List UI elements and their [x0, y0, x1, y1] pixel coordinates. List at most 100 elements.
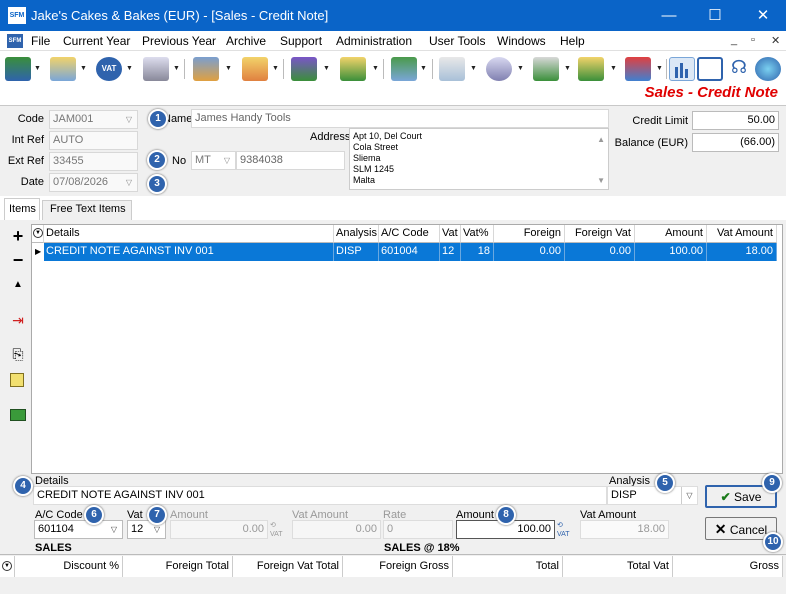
vatno-country-select[interactable]: MT ▽ [191, 151, 236, 170]
accode-select[interactable]: 601104 ▽ [34, 520, 123, 539]
extref-field[interactable]: 33455 [49, 152, 138, 171]
dropdown-arrow-icon[interactable]: ▼ [564, 65, 571, 72]
col-foreign[interactable]: Foreign [494, 225, 565, 243]
dropdown-arrow-icon[interactable]: ▼ [420, 65, 427, 72]
stock-icon[interactable] [5, 57, 31, 81]
dropdown-arrow-icon[interactable]: ▼ [272, 65, 279, 72]
cell-accode[interactable]: 601004 [379, 243, 440, 261]
menu-archive[interactable]: Archive [226, 34, 266, 48]
date-field[interactable]: 07/08/2026 ▽ [49, 173, 138, 192]
cell-analysis[interactable]: DISP [334, 243, 379, 261]
cell-vat-amount[interactable]: 18.00 [707, 243, 777, 261]
chart-icon[interactable] [669, 57, 695, 81]
chevron-down-icon[interactable]: ▽ [121, 111, 137, 128]
journal-icon[interactable] [391, 57, 417, 81]
cell-foreign[interactable]: 0.00 [494, 243, 565, 261]
dropdown-arrow-icon[interactable]: ▼ [225, 65, 232, 72]
col-vat[interactable]: Vat [440, 225, 461, 243]
scroll-up-icon[interactable]: ▲ [597, 134, 605, 145]
dropdown-arrow-icon[interactable]: ▼ [372, 65, 379, 72]
cell-vat-percent[interactable]: 18 [461, 243, 494, 261]
col-vat-percent[interactable]: Vat% [461, 225, 494, 243]
headset-icon[interactable]: ☊ [726, 57, 752, 81]
close-window-button[interactable]: ✕ [740, 0, 786, 31]
globe-icon[interactable] [755, 57, 781, 81]
chevron-down-icon[interactable]: ▽ [681, 487, 697, 504]
tab-items[interactable]: Items [9, 203, 36, 215]
child-restore-button[interactable]: ▫ [751, 34, 755, 46]
ship-icon[interactable] [625, 57, 651, 81]
cell-amount[interactable]: 100.00 [635, 243, 707, 261]
tab-free-text-items[interactable]: Free Text Items [50, 203, 126, 215]
address-box[interactable]: Apt 10, Del Court Cola Street Sliema SLM… [349, 128, 609, 190]
cell-vat[interactable]: 12 [440, 243, 461, 261]
dropdown-arrow-icon[interactable]: ▼ [34, 65, 41, 72]
vatno-field[interactable]: 9384038 [236, 151, 345, 170]
cash-icon[interactable] [486, 57, 512, 81]
menu-windows[interactable]: Windows [497, 34, 546, 48]
grid-menu-icon[interactable]: ▼ [32, 225, 44, 243]
menu-file[interactable]: File [31, 34, 50, 48]
purchase-documents-icon[interactable] [340, 57, 366, 81]
cell-foreign-vat[interactable]: 0.00 [565, 243, 635, 261]
code-field[interactable]: JAM001 ▽ [49, 110, 138, 129]
scroll-down-icon[interactable]: ▼ [597, 175, 605, 186]
total-header: Total [453, 556, 563, 577]
menu-current-year[interactable]: Current Year [63, 34, 130, 48]
windows-icon[interactable] [697, 57, 723, 81]
maximize-button[interactable]: ☐ [692, 0, 738, 31]
minimize-button[interactable]: — [646, 0, 692, 31]
menu-support[interactable]: Support [280, 34, 322, 48]
balance-field: (66.00) [692, 133, 779, 152]
bank-icon[interactable] [143, 57, 169, 81]
copy-doc-icon[interactable]: ⎘ [8, 346, 28, 364]
chevron-down-icon[interactable]: ▽ [106, 521, 122, 538]
cell-details[interactable]: CREDIT NOTE AGAINST INV 001 [44, 243, 334, 261]
dropdown-arrow-icon[interactable]: ▼ [517, 65, 524, 72]
calendar-dropdown-icon[interactable]: ▽ [121, 174, 137, 191]
sales-icon[interactable] [193, 57, 219, 81]
remove-row-icon[interactable]: − [8, 251, 28, 270]
menu-user-tools[interactable]: User Tools [429, 34, 485, 48]
details-input[interactable]: CREDIT NOTE AGAINST INV 001 [33, 486, 607, 505]
dropdown-arrow-icon[interactable]: ▼ [323, 65, 330, 72]
purchases-icon[interactable] [291, 57, 317, 81]
note-icon[interactable] [10, 373, 24, 387]
reports-icon[interactable] [533, 57, 559, 81]
intref-field[interactable]: AUTO [49, 131, 138, 150]
child-close-button[interactable]: ✕ [771, 34, 780, 47]
menu-previous-year[interactable]: Previous Year [142, 34, 216, 48]
menu-help[interactable]: Help [560, 34, 585, 48]
add-row-icon[interactable]: + [8, 227, 28, 246]
ledger-icon[interactable] [439, 57, 465, 81]
dropdown-arrow-icon[interactable]: ▼ [610, 65, 617, 72]
col-foreign-vat[interactable]: Foreign Vat [565, 225, 635, 243]
credit-limit-field[interactable]: 50.00 [692, 111, 779, 130]
analysis-select[interactable]: DISP ▽ [607, 486, 698, 505]
menu-administration[interactable]: Administration [336, 34, 412, 48]
col-amount[interactable]: Amount [635, 225, 707, 243]
total-vat-header: Total Vat [563, 556, 673, 577]
chevron-down-icon[interactable]: ▽ [219, 152, 235, 169]
col-analysis[interactable]: Analysis [334, 225, 379, 243]
col-details[interactable]: Details [44, 225, 334, 243]
child-minimize-button[interactable]: _ [731, 34, 737, 46]
totals-menu-icon[interactable]: ▼ [0, 556, 15, 577]
dropdown-arrow-icon[interactable]: ▼ [173, 65, 180, 72]
name-field[interactable]: James Handy Tools [191, 109, 609, 128]
stock-lookup-icon[interactable] [10, 409, 26, 421]
recalc-vat-button[interactable]: ⟲ VAT [557, 521, 570, 539]
insert-row-icon[interactable]: ⇥ [8, 312, 28, 330]
dropdown-arrow-icon[interactable]: ▼ [126, 65, 133, 72]
dropdown-arrow-icon[interactable]: ▼ [656, 65, 663, 72]
dropdown-arrow-icon[interactable]: ▼ [470, 65, 477, 72]
col-accode[interactable]: A/C Code [379, 225, 440, 243]
items-grid[interactable]: ▼ Details Analysis A/C Code Vat Vat% For… [31, 224, 783, 474]
col-vat-amount[interactable]: Vat Amount [707, 225, 777, 243]
sales-documents-icon[interactable] [242, 57, 268, 81]
documents-icon[interactable] [50, 57, 76, 81]
users-icon[interactable] [578, 57, 604, 81]
move-up-icon[interactable]: ▲ [8, 279, 28, 297]
dropdown-arrow-icon[interactable]: ▼ [80, 65, 87, 72]
vat-icon[interactable]: VAT [96, 57, 122, 81]
